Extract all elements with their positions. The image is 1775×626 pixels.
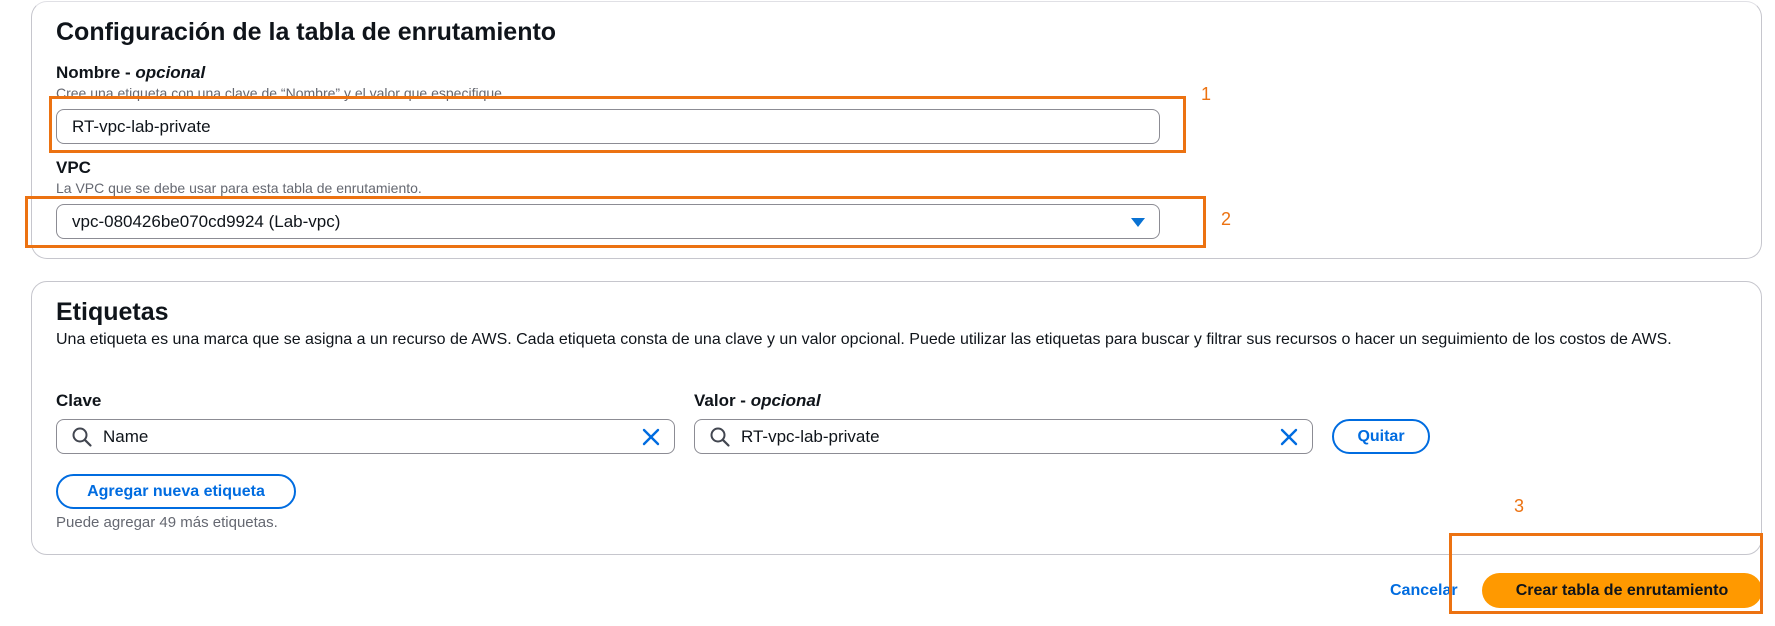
name-label-text: Nombre - xyxy=(56,63,136,82)
tag-value-label: Valor - opcional xyxy=(694,391,821,411)
annotation-box-3 xyxy=(1449,533,1763,614)
tag-key-label: Clave xyxy=(56,391,102,410)
add-tag-button[interactable]: Agregar nueva etiqueta xyxy=(56,474,296,509)
clear-icon[interactable] xyxy=(642,428,660,446)
cancel-button[interactable]: Cancelar xyxy=(1390,582,1458,600)
vpc-field-label: VPC xyxy=(56,158,91,177)
annotation-number-1: 1 xyxy=(1201,84,1212,104)
annotation-box-1 xyxy=(49,96,1186,153)
tags-description: Una etiqueta es una marca que se asigna … xyxy=(56,331,1672,348)
remove-tag-button[interactable]: Quitar xyxy=(1332,419,1430,454)
annotation-number-2: 2 xyxy=(1221,209,1232,229)
clear-icon[interactable] xyxy=(1280,428,1298,446)
tag-value-input[interactable]: RT-vpc-lab-private xyxy=(694,419,1313,454)
annotation-box-2 xyxy=(25,196,1206,248)
tags-panel xyxy=(31,281,1762,555)
search-icon xyxy=(710,427,730,447)
annotation-number-3: 3 xyxy=(1514,496,1525,516)
tag-key-input[interactable]: Name xyxy=(56,419,675,454)
route-table-config-title: Configuración de la tabla de enrutamient… xyxy=(56,18,557,46)
tag-value-value: RT-vpc-lab-private xyxy=(741,426,880,446)
tag-key-value: Name xyxy=(103,426,149,446)
vpc-field-description: La VPC que se debe usar para esta tabla … xyxy=(56,180,422,196)
tag-limit-hint: Puede agregar 49 más etiquetas. xyxy=(56,514,278,531)
name-optional-text: opcional xyxy=(135,63,206,82)
tag-value-label-text: Valor - xyxy=(694,391,751,410)
tags-title: Etiquetas xyxy=(56,298,169,326)
search-icon xyxy=(72,427,92,447)
tag-value-optional-text: opcional xyxy=(750,391,821,410)
name-field-label: Nombre - opcional xyxy=(56,63,205,83)
